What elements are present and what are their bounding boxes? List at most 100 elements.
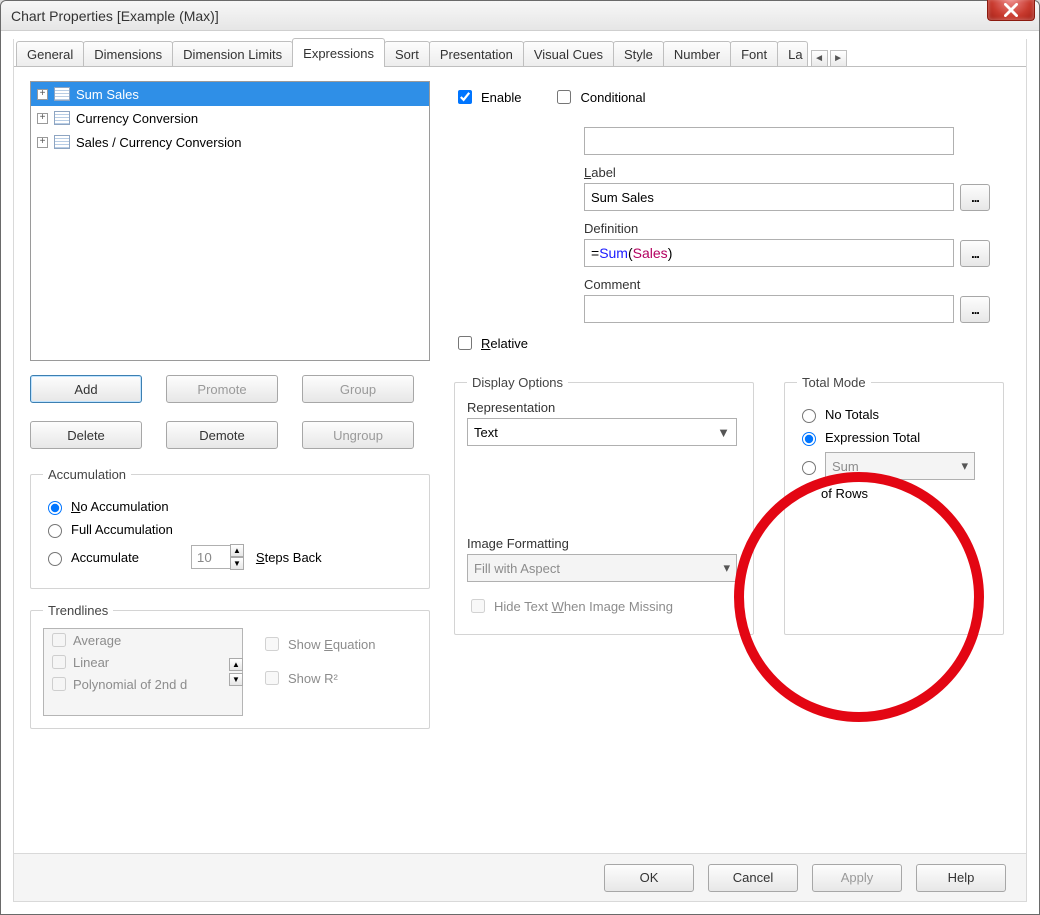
tab-sort[interactable]: Sort [384, 41, 430, 67]
tab-layout-partial[interactable]: La [777, 41, 807, 67]
table-icon [54, 87, 70, 101]
tree-item-sum-sales[interactable]: + Sum Sales [31, 82, 429, 106]
trendlines-group: Trendlines Average Linear [30, 603, 430, 729]
no-totals-label: No Totals [825, 407, 879, 422]
comment-fx-button[interactable]: ... [960, 296, 990, 323]
apply-button[interactable]: Apply [812, 864, 902, 892]
promote-button[interactable]: Promote [166, 375, 278, 403]
trendlines-list[interactable]: Average Linear Polynomial of 2nd d [43, 628, 243, 716]
accumulation-legend: Accumulation [43, 467, 131, 482]
tab-scroll-right-icon[interactable]: ► [830, 50, 847, 67]
enable-label: Enable [481, 90, 521, 105]
trend-scroll-down-icon[interactable]: ▼ [229, 673, 243, 686]
trend-scroll-up-icon[interactable]: ▲ [229, 658, 243, 671]
trend-item-polynomial[interactable]: Polynomial of 2nd d [44, 673, 242, 695]
total-mode-value: Sum [832, 459, 859, 474]
trend-check[interactable] [52, 655, 66, 669]
steps-back-input[interactable] [191, 545, 231, 569]
hide-text-check[interactable] [471, 599, 485, 613]
comment-input[interactable] [584, 295, 954, 323]
tree-item-currency-conversion[interactable]: + Currency Conversion [31, 106, 429, 130]
expand-icon[interactable]: + [37, 89, 48, 100]
trend-check[interactable] [52, 677, 66, 691]
trend-check[interactable] [52, 633, 66, 647]
no-accumulation-radio[interactable] [48, 501, 62, 515]
tab-visual-cues[interactable]: Visual Cues [523, 41, 614, 67]
dialog-footer: OK Cancel Apply Help [14, 853, 1026, 901]
accumulate-radio[interactable] [48, 552, 62, 566]
expand-icon[interactable]: + [37, 137, 48, 148]
expand-icon[interactable]: + [37, 113, 48, 124]
total-mode-group: Total Mode No Totals Expression Total [784, 375, 1004, 635]
expression-total-radio[interactable] [802, 432, 816, 446]
accumulation-group: Accumulation No Accumulation Full Accumu… [30, 467, 430, 589]
tab-presentation[interactable]: Presentation [429, 41, 524, 67]
display-options-group: Display Options Representation Text ▼ Im… [454, 375, 754, 635]
steps-back-stepper[interactable]: ▲ ▼ [191, 544, 244, 570]
hide-text-label: Hide Text When Image Missing [494, 599, 673, 614]
sum-of-rows-radio[interactable] [802, 461, 816, 475]
tab-number[interactable]: Number [663, 41, 731, 67]
representation-value: Text [474, 425, 498, 440]
show-r2-check[interactable] [265, 671, 279, 685]
show-equation-label: Show Equation [288, 637, 375, 652]
dialog-body: General Dimensions Dimension Limits Expr… [13, 39, 1027, 902]
expression-tree[interactable]: + Sum Sales + Currency Conversion + Sale… [30, 81, 430, 361]
tab-style[interactable]: Style [613, 41, 664, 67]
tab-dimension-limits[interactable]: Dimension Limits [172, 41, 293, 67]
cancel-button[interactable]: Cancel [708, 864, 798, 892]
tab-expressions[interactable]: Expressions [292, 38, 385, 67]
tab-dimensions[interactable]: Dimensions [83, 41, 173, 67]
no-totals-radio[interactable] [802, 409, 816, 423]
close-button[interactable] [987, 0, 1035, 21]
conditional-label: Conditional [580, 90, 645, 105]
titlebar: Chart Properties [Example (Max)] [1, 1, 1039, 31]
representation-select[interactable]: Text ▼ [467, 418, 737, 446]
tab-general[interactable]: General [16, 41, 84, 67]
table-icon [54, 111, 70, 125]
total-mode-legend: Total Mode [797, 375, 871, 390]
group-button[interactable]: Group [302, 375, 414, 403]
label-input[interactable]: Sum Sales [584, 183, 954, 211]
tab-font[interactable]: Font [730, 41, 778, 67]
trend-label: Polynomial of 2nd d [73, 677, 187, 692]
total-mode-select[interactable]: Sum ▾ [825, 452, 975, 480]
step-up-icon[interactable]: ▲ [230, 544, 244, 557]
comment-label: Comment [584, 277, 1010, 292]
of-rows-label: of Rows [821, 486, 991, 501]
full-accumulation-radio[interactable] [48, 524, 62, 538]
table-icon [54, 135, 70, 149]
trend-item-average[interactable]: Average [44, 629, 242, 651]
full-accumulation-label: Full Accumulation [71, 522, 173, 537]
image-formatting-value: Fill with Aspect [474, 561, 560, 576]
definition-fx-button[interactable]: ... [960, 240, 990, 267]
relative-label: Relative [481, 336, 528, 351]
ok-button[interactable]: OK [604, 864, 694, 892]
demote-button[interactable]: Demote [166, 421, 278, 449]
enable-check[interactable] [458, 90, 472, 104]
add-button[interactable]: Add [30, 375, 142, 403]
tree-item-sales-over-conversion[interactable]: + Sales / Currency Conversion [31, 130, 429, 154]
no-accumulation-label: No Accumulation [71, 499, 169, 514]
chevron-down-icon: ▾ [961, 458, 968, 474]
ungroup-button[interactable]: Ungroup [302, 421, 414, 449]
trend-item-linear[interactable]: Linear [44, 651, 242, 673]
step-down-icon[interactable]: ▼ [230, 557, 244, 570]
image-formatting-select[interactable]: Fill with Aspect ▾ [467, 554, 737, 582]
chevron-down-icon: ▼ [717, 425, 730, 440]
conditional-check[interactable] [557, 90, 571, 104]
show-equation-check[interactable] [265, 637, 279, 651]
def-field: Sales [633, 245, 668, 261]
help-button[interactable]: Help [916, 864, 1006, 892]
definition-input[interactable]: =Sum(Sales) [584, 239, 954, 267]
trendlines-legend: Trendlines [43, 603, 113, 618]
tab-scroll-left-icon[interactable]: ◄ [811, 50, 828, 67]
window-title: Chart Properties [Example (Max)] [11, 8, 219, 24]
tree-label: Currency Conversion [76, 111, 198, 126]
label-fx-button[interactable]: ... [960, 184, 990, 211]
chevron-down-icon: ▾ [723, 560, 730, 576]
conditional-input[interactable] [584, 127, 954, 155]
delete-button[interactable]: Delete [30, 421, 142, 449]
def-fn: Sum [599, 245, 628, 261]
relative-check[interactable] [458, 336, 472, 350]
